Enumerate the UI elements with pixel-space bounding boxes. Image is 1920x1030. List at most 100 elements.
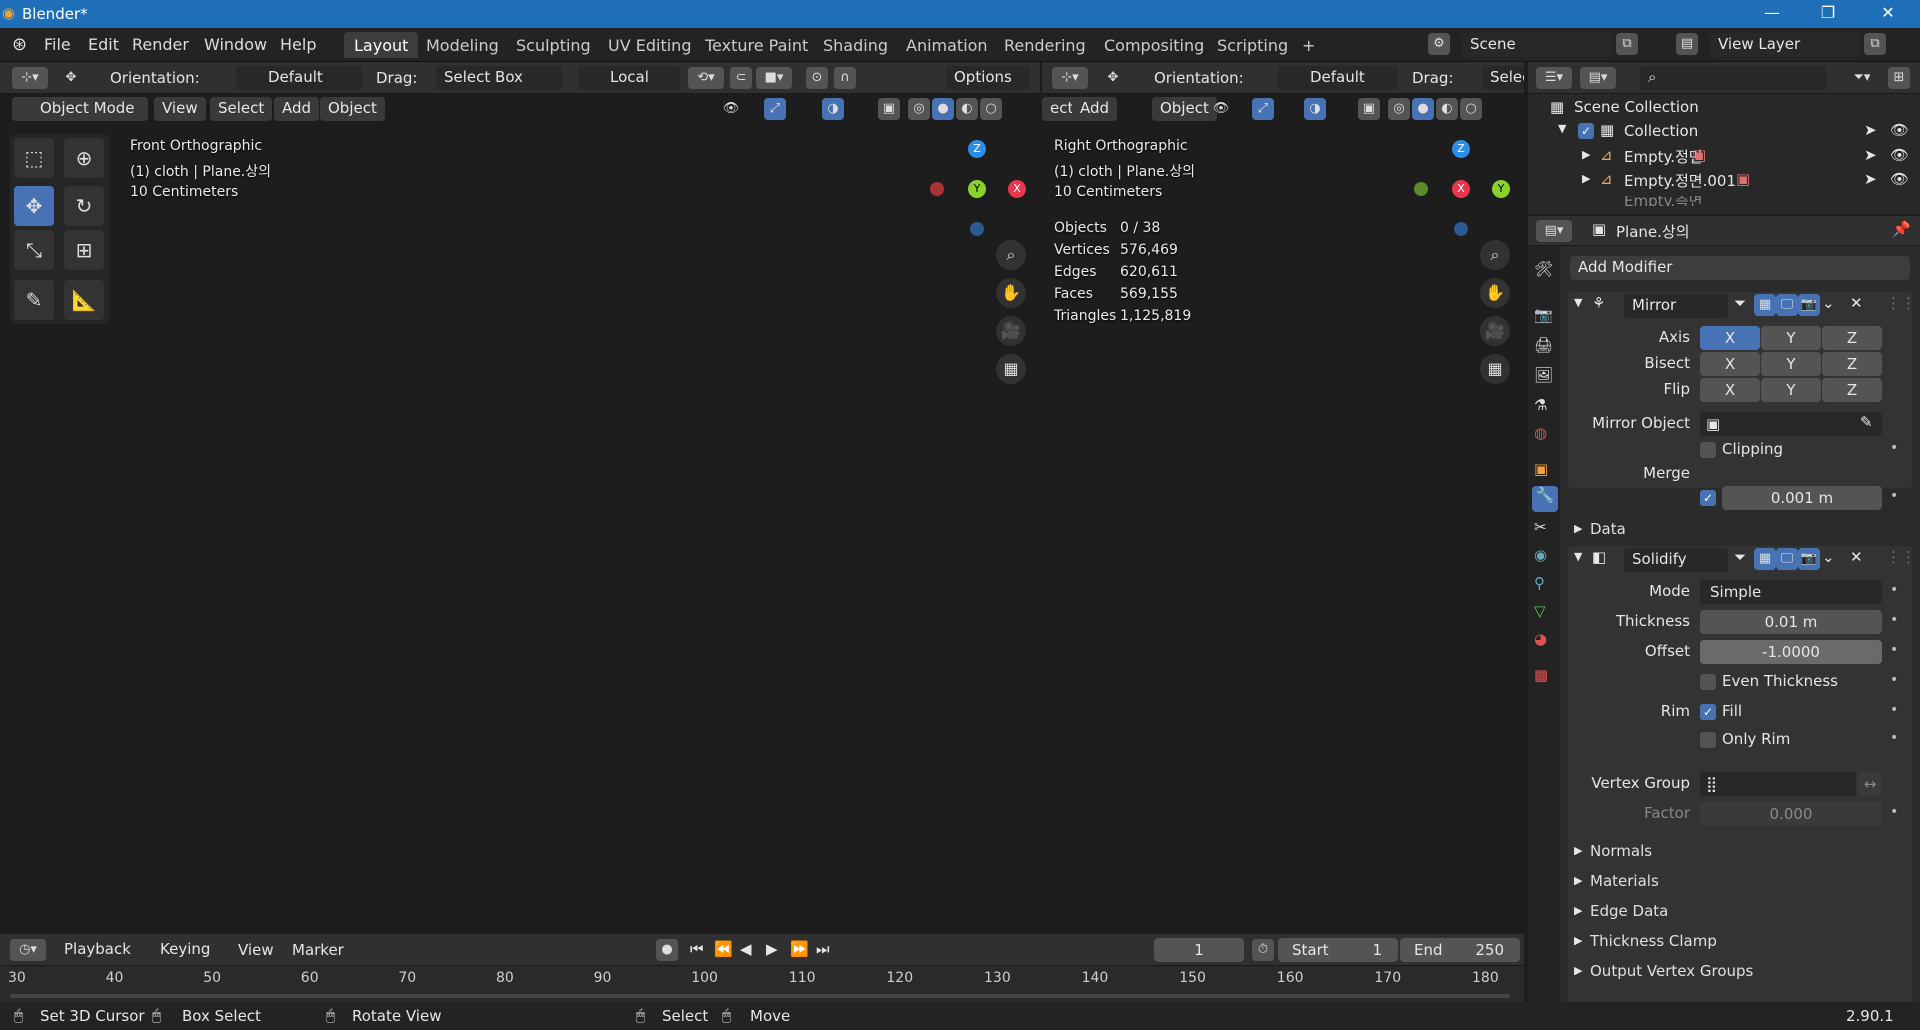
- gizmo-x-right[interactable]: X: [1452, 180, 1470, 198]
- rotate-tool-icon[interactable]: ↻: [64, 186, 104, 226]
- thickness-field[interactable]: 0.01 m: [1700, 610, 1882, 634]
- keying-menu[interactable]: Keying: [152, 938, 232, 962]
- object-tab-icon[interactable]: ▣: [1534, 460, 1548, 478]
- proportional-edit-icon[interactable]: ⊙: [806, 67, 828, 89]
- timeline-scrollbar[interactable]: [10, 994, 1510, 998]
- outliner-display-mode-icon[interactable]: ▤▾: [1580, 67, 1616, 89]
- output-tab-icon[interactable]: 🖨: [1534, 336, 1553, 354]
- jump-keyframe-forward-icon[interactable]: ⏩: [790, 940, 809, 958]
- timeline-marker-menu[interactable]: Marker: [292, 941, 344, 959]
- scene-selector[interactable]: Scene: [1462, 33, 1612, 57]
- menu-help[interactable]: Help: [280, 35, 316, 54]
- overlay-toggle-right-icon[interactable]: ◑: [1304, 98, 1326, 120]
- end-frame-field[interactable]: End 250: [1400, 938, 1520, 962]
- merge-distance-field[interactable]: 0.001 m: [1722, 486, 1882, 510]
- solidify-name-field[interactable]: Solidify: [1624, 548, 1728, 572]
- left-3d-viewport[interactable]: ⊕: [0, 94, 1040, 930]
- move-tool-icon[interactable]: ✥: [14, 186, 54, 226]
- mirror-editmode-icon[interactable]: ⏷: [1734, 294, 1746, 312]
- snap-target-icon[interactable]: ■▾: [756, 67, 792, 89]
- view-layer-tab-icon[interactable]: 🖼: [1534, 366, 1553, 384]
- overlay-toggle-icon[interactable]: ◑: [822, 98, 844, 120]
- magnet-icon[interactable]: ⊂: [730, 67, 752, 89]
- zoom-right-icon[interactable]: ⌕: [1480, 240, 1510, 270]
- measure-tool-icon[interactable]: 📐: [64, 280, 104, 320]
- collection-visibility-icon[interactable]: 👁: [1890, 121, 1909, 139]
- scale-tool-icon[interactable]: ⤡: [14, 230, 54, 270]
- even-thickness-checkbox[interactable]: [1700, 674, 1716, 690]
- collection-exclude-checkbox[interactable]: ✓: [1578, 123, 1594, 139]
- jump-start-icon[interactable]: ⏮: [690, 940, 704, 958]
- outliner-editor-icon[interactable]: ☰▾: [1536, 67, 1572, 89]
- data-subpanel[interactable]: Data: [1590, 520, 1626, 538]
- right-3d-viewport[interactable]: ⊕: [1042, 94, 1524, 930]
- solidify-render-icon[interactable]: 📷: [1798, 548, 1820, 570]
- camera-right-icon[interactable]: 🎥: [1480, 316, 1510, 346]
- solidify-dropdown-icon[interactable]: ⌄: [1822, 548, 1835, 566]
- blender-menu-icon[interactable]: ⊛: [12, 34, 27, 55]
- gizmo-neg-z-right[interactable]: [1454, 222, 1468, 236]
- thickness-clamp-arrow[interactable]: ▶: [1574, 934, 1582, 947]
- mirror-dropdown-icon[interactable]: ⌄: [1822, 294, 1835, 312]
- falloff-icon[interactable]: ∩: [834, 67, 856, 89]
- gizmo-neg-x-left[interactable]: [930, 182, 944, 196]
- bisect-y-toggle[interactable]: Y: [1761, 352, 1821, 376]
- gizmo-z-right[interactable]: Z: [1452, 140, 1470, 158]
- select-menu[interactable]: Select: [210, 97, 273, 121]
- normals-subpanel[interactable]: Normals: [1590, 842, 1652, 860]
- object-mode-dropdown[interactable]: Object Mode: [12, 97, 148, 121]
- tab-scripting[interactable]: Scripting: [1207, 32, 1298, 58]
- solidify-editmode-icon[interactable]: ⏷: [1734, 548, 1746, 566]
- gizmo-toggle-right-icon[interactable]: ⤢: [1252, 98, 1274, 120]
- material-tab-icon[interactable]: ◕: [1534, 630, 1547, 648]
- outliner-scene-collection[interactable]: Scene Collection: [1574, 98, 1699, 116]
- mode-dropdown[interactable]: Simple: [1700, 580, 1882, 604]
- mirror-cage-icon[interactable]: ▦: [1754, 294, 1776, 316]
- material-right-icon[interactable]: ◐: [1436, 98, 1458, 120]
- tab-modeling[interactable]: Modeling: [416, 32, 509, 58]
- gizmo-x-left[interactable]: X: [1008, 180, 1026, 198]
- options-dropdown[interactable]: Options: [946, 66, 1030, 90]
- bisect-x-toggle[interactable]: X: [1700, 352, 1760, 376]
- visibility-right-icon[interactable]: 👁: [1210, 98, 1232, 120]
- output-vertex-groups-arrow[interactable]: ▶: [1574, 964, 1582, 977]
- collection-expand-icon[interactable]: ▼: [1558, 122, 1566, 135]
- gizmo-y-right[interactable]: Y: [1492, 180, 1510, 198]
- drag-right-dropdown[interactable]: Selec: [1482, 66, 1524, 90]
- clipping-checkbox[interactable]: [1700, 442, 1716, 458]
- transform-gizmo-icon[interactable]: ✥: [60, 67, 82, 89]
- xray-icon[interactable]: ▣: [878, 98, 900, 120]
- solidify-viewport-icon[interactable]: 🖵: [1776, 548, 1798, 570]
- add-workspace-button[interactable]: +: [1292, 32, 1325, 58]
- annotate-tool-icon[interactable]: ✎: [14, 280, 54, 320]
- rendered-shading-icon[interactable]: ○: [980, 98, 1002, 120]
- collection-select-icon[interactable]: ➤: [1864, 121, 1877, 139]
- rim-fill-keyframe-dot[interactable]: •: [1890, 702, 1898, 718]
- gizmo-z-left[interactable]: Z: [968, 140, 986, 158]
- view-layer-selector[interactable]: View Layer: [1710, 33, 1860, 57]
- wireframe-shading-icon[interactable]: ◎: [908, 98, 930, 120]
- drag-dropdown[interactable]: Select Box: [436, 66, 562, 90]
- tab-shading[interactable]: Shading: [813, 32, 898, 58]
- jump-keyframe-back-icon[interactable]: ⏪: [714, 940, 733, 958]
- edge-data-subpanel[interactable]: Edge Data: [1590, 902, 1668, 920]
- thickness-keyframe-dot[interactable]: •: [1890, 612, 1898, 628]
- outliner-collection[interactable]: Collection: [1624, 122, 1698, 140]
- xray-right-icon[interactable]: ▣: [1358, 98, 1380, 120]
- timeline-editor-icon[interactable]: ◷▾: [10, 939, 46, 961]
- outliner-item-empty-side[interactable]: Empty.측면: [1624, 196, 1703, 206]
- empty-001-visibility-icon[interactable]: 👁: [1890, 170, 1909, 188]
- new-collection-icon[interactable]: ⊞: [1888, 67, 1910, 89]
- texture-tab-icon[interactable]: ▩: [1534, 666, 1548, 684]
- close-icon[interactable]: ✕: [1868, 3, 1908, 22]
- play-reverse-icon[interactable]: ◀: [740, 940, 752, 958]
- mode-keyframe-dot[interactable]: •: [1890, 582, 1898, 598]
- merge-keyframe-dot[interactable]: •: [1890, 488, 1898, 504]
- solidify-cage-icon[interactable]: ▦: [1754, 548, 1776, 570]
- edge-data-arrow[interactable]: ▶: [1574, 904, 1582, 917]
- transform-gizmo-right-icon[interactable]: ✥: [1102, 67, 1124, 89]
- preview-range-icon[interactable]: ⏱: [1252, 939, 1274, 961]
- menu-file[interactable]: File: [44, 35, 71, 54]
- tab-texture-paint[interactable]: Texture Paint: [695, 32, 818, 58]
- wireframe-right-icon[interactable]: ◎: [1388, 98, 1410, 120]
